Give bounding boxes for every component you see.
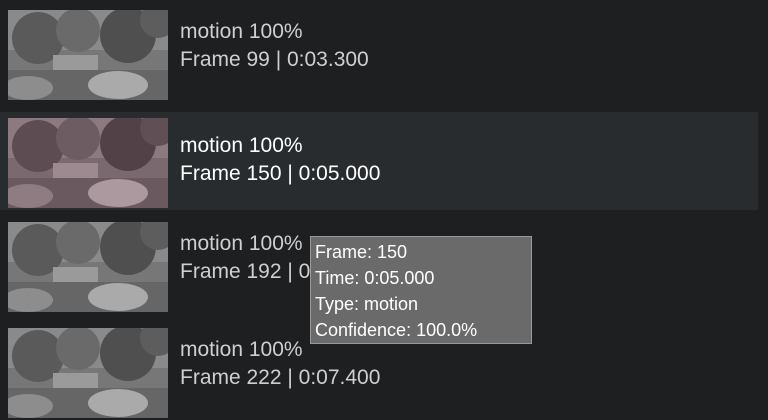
event-frame-label: Frame 222 | 0:07.400 [180,366,381,389]
event-tooltip: Frame: 150 Time: 0:05.000 Type: motion C… [310,236,532,344]
motion-event-list: motion 100% Frame 99 | 0:03.300 motion 1… [0,0,768,420]
tooltip-type: Type: motion [315,294,419,314]
event-frame-label: Frame 150 | 0:05.000 [180,162,381,185]
event-thumbnail [8,118,168,208]
event-type-label: motion 100% [180,232,303,255]
event-thumbnail [8,222,168,312]
tooltip-frame: Frame: 150 [315,242,408,262]
event-row-selected[interactable]: motion 100% Frame 150 | 0:05.000 [0,112,758,210]
event-thumbnail [8,328,168,418]
event-type-label: motion 100% [180,134,303,157]
event-type-label: motion 100% [180,20,303,43]
event-frame-label: Frame 99 | 0:03.300 [180,48,369,71]
event-thumbnail [8,10,168,100]
tooltip-time: Time: 0:05.000 [315,268,435,288]
event-row[interactable]: motion 100% Frame 99 | 0:03.300 [0,2,758,100]
tooltip-confidence: Confidence: 100.0% [315,320,478,340]
event-type-label: motion 100% [180,338,303,361]
